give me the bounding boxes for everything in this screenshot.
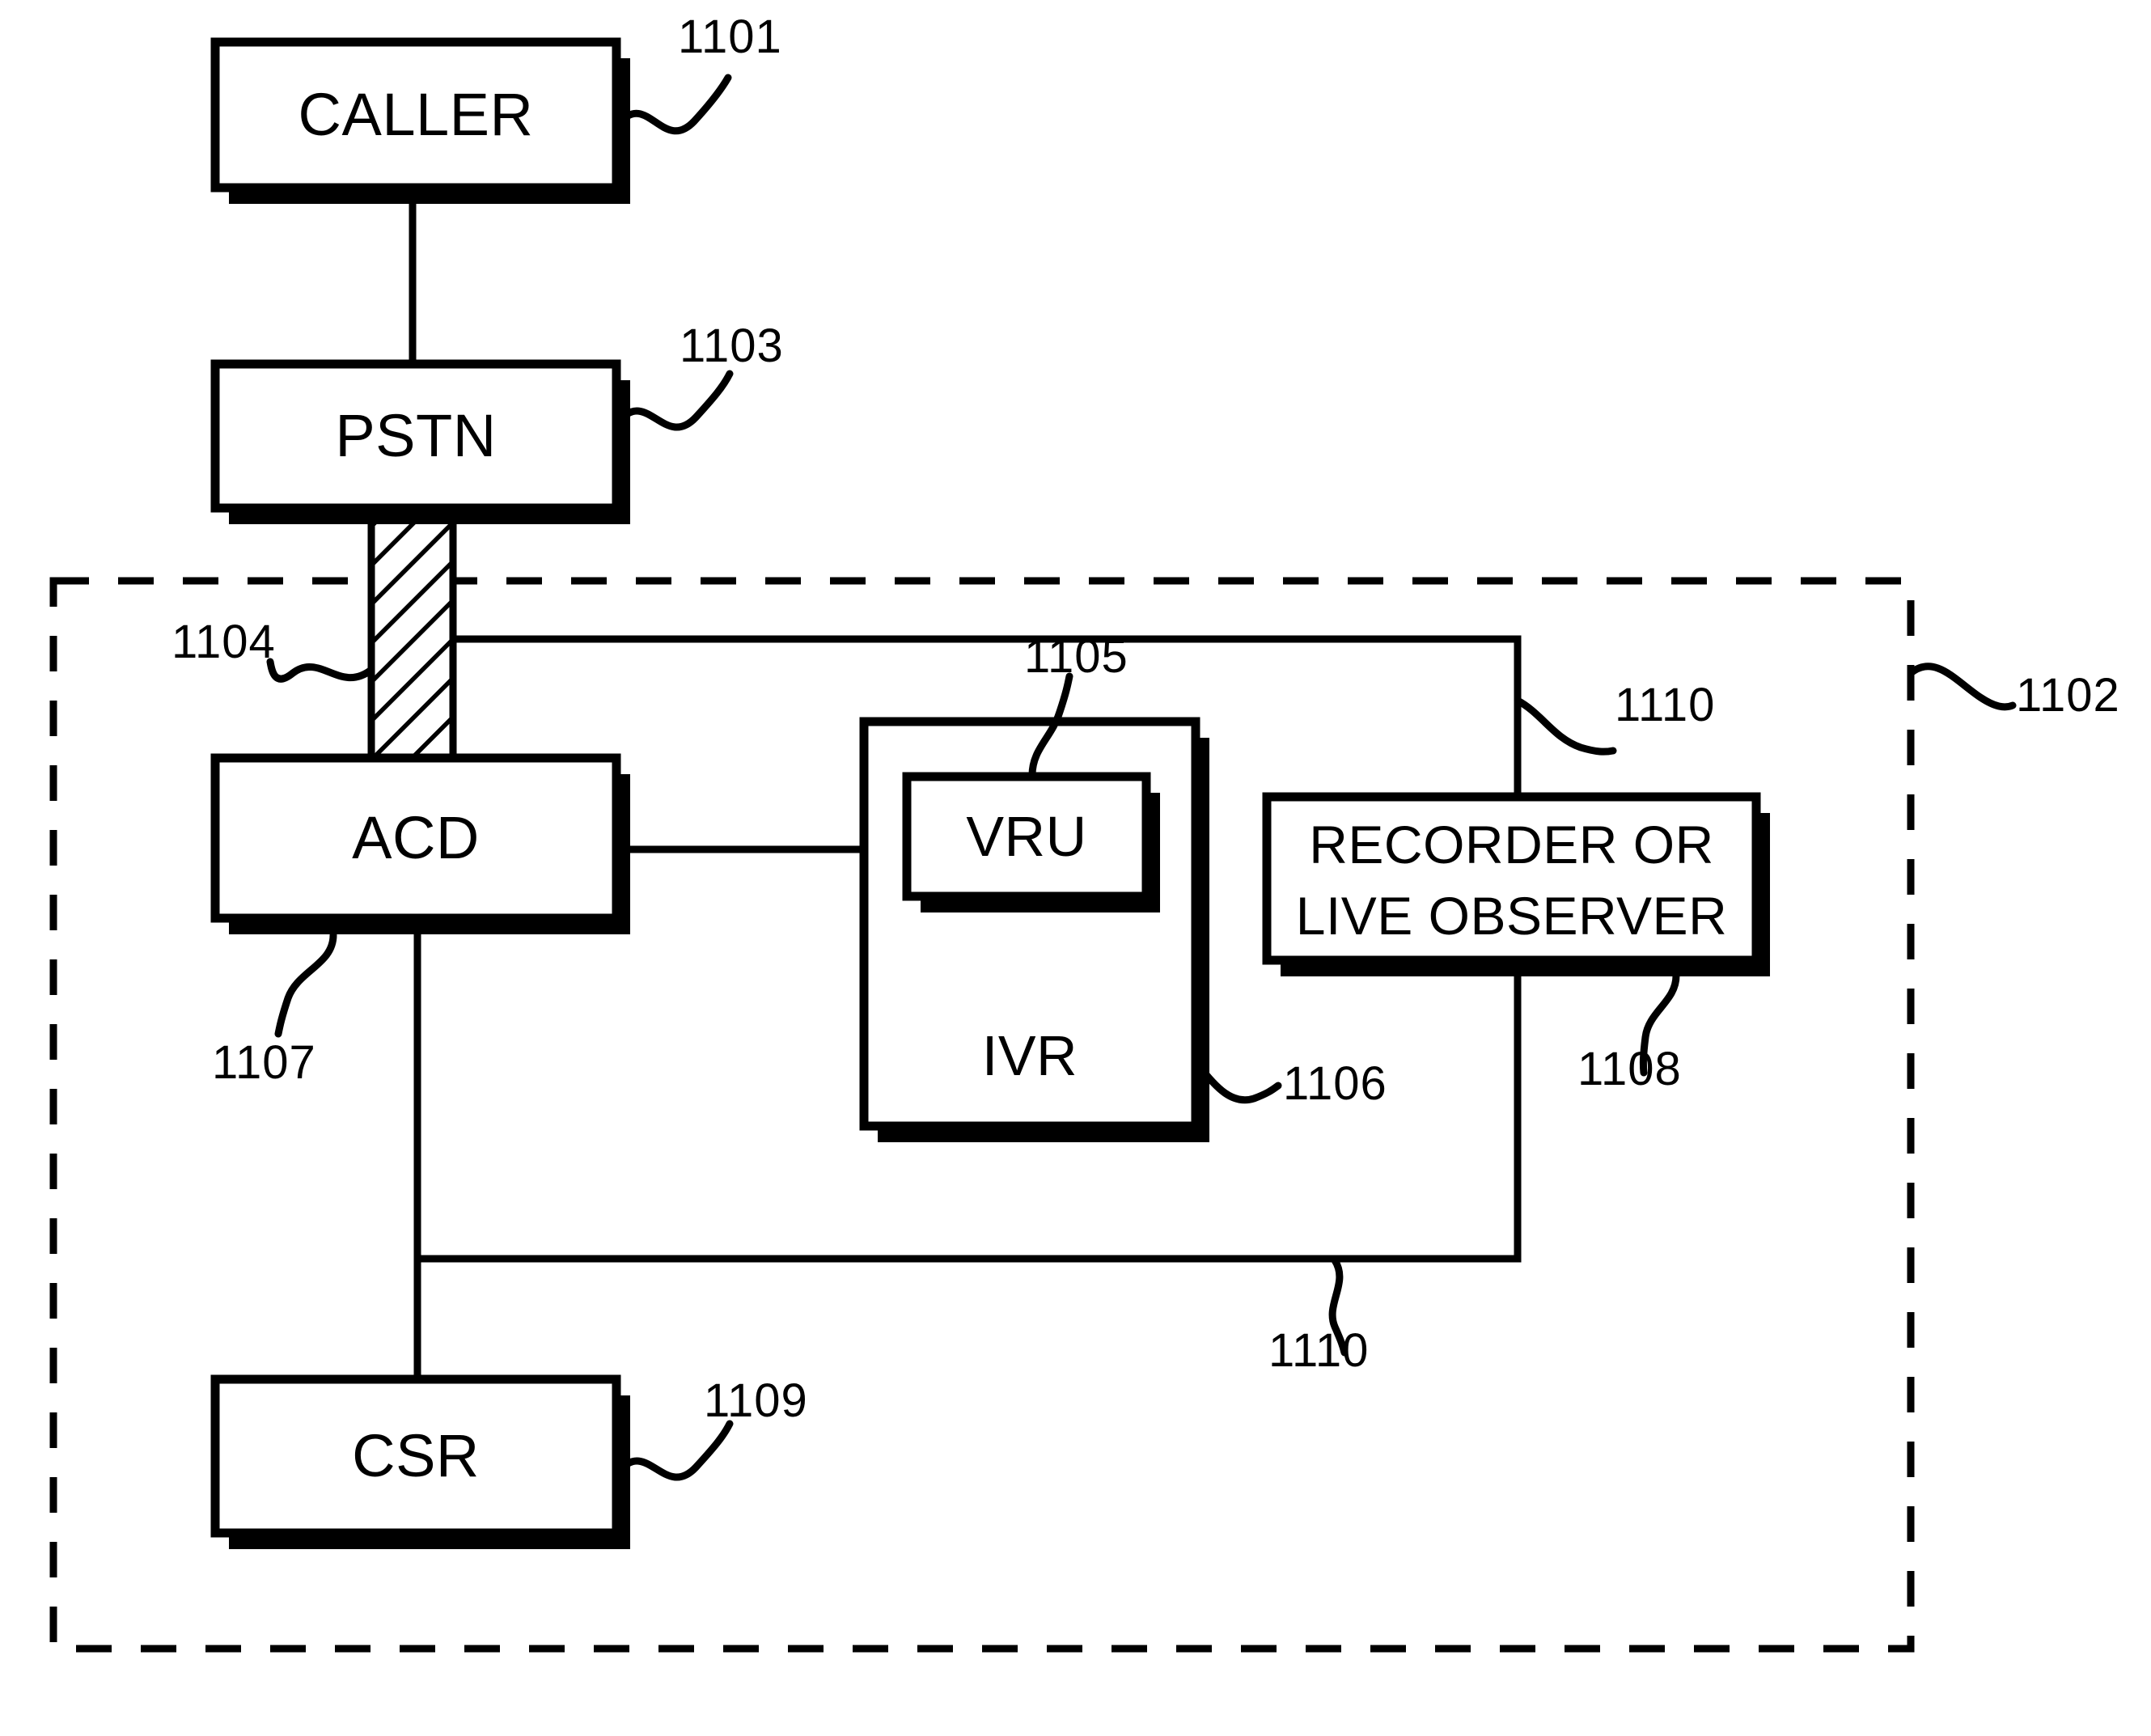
ref-1109: 1109 <box>704 1374 808 1427</box>
ref-1105: 1105 <box>1024 630 1128 683</box>
leader-1110-upper <box>1514 697 1617 756</box>
vru-box <box>902 772 1151 901</box>
ref-1103: 1103 <box>680 320 784 372</box>
leader-1106 <box>1194 1061 1282 1104</box>
trunk-hatched-connector <box>367 514 457 764</box>
ref-1106: 1106 <box>1283 1057 1387 1110</box>
ref-1101: 1101 <box>678 11 782 63</box>
ref-1107: 1107 <box>212 1036 316 1089</box>
diagram-vector-layer <box>49 37 2017 1653</box>
ref-1104: 1104 <box>171 616 276 668</box>
ref-1102: 1102 <box>2016 669 2120 722</box>
pstn-box <box>210 359 621 513</box>
leader-1103 <box>616 370 734 431</box>
leader-1109 <box>616 1420 734 1481</box>
acd-box <box>210 753 621 923</box>
leader-1102 <box>1907 663 2017 711</box>
ref-1110-lower: 1110 <box>1268 1324 1370 1377</box>
recorder-box <box>1262 792 1761 965</box>
ref-1110-upper: 1110 <box>1615 679 1716 731</box>
csr-box <box>210 1374 621 1538</box>
leader-1101 <box>616 74 732 135</box>
leader-1104 <box>266 658 375 683</box>
ref-1108: 1108 <box>1577 1043 1682 1095</box>
caller-box <box>210 37 621 193</box>
figure-canvas: CALLER PSTN ACD VRU IVR RECORDER OR LIVE… <box>0 0 2151 1736</box>
leader-1107 <box>274 931 337 1038</box>
